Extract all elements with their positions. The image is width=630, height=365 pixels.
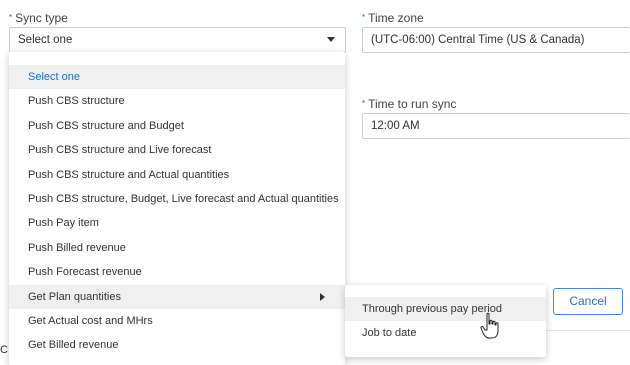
menu-item-push-billed-revenue[interactable]: Push Billed revenue — [9, 236, 345, 260]
menu-item-label: Get Plan quantities — [28, 290, 121, 303]
sync-type-select[interactable]: Select one — [9, 27, 346, 53]
menu-item-push-forecast-revenue[interactable]: Push Forecast revenue — [9, 260, 345, 284]
sync-type-selected-value: Select one — [18, 34, 73, 46]
time-to-run-input[interactable]: 12:00 AM — [362, 113, 630, 139]
menu-item-select-one[interactable]: Select one — [9, 65, 345, 90]
required-marker: * — [362, 13, 366, 22]
menu-item-push-cbs-structure[interactable]: Push CBS structure — [9, 89, 345, 113]
chevron-right-icon — [320, 292, 325, 301]
submenu-item-through-previous-pay-period[interactable]: Through previous pay period — [345, 297, 546, 321]
menu-item-push-cbs-live-forecast[interactable]: Push CBS structure and Live forecast — [9, 138, 345, 162]
time-zone-select[interactable]: (UTC-06:00) Central Time (US & Canada) — [362, 27, 630, 53]
required-marker: * — [362, 99, 366, 108]
submenu-item-job-to-date[interactable]: Job to date — [345, 321, 546, 345]
hand-cursor-icon — [480, 312, 499, 339]
chevron-down-icon — [327, 37, 335, 42]
menu-item-push-cbs-all[interactable]: Push CBS structure, Budget, Live forecas… — [9, 187, 345, 211]
time-to-run-value: 12:00 AM — [371, 120, 420, 132]
cancel-button[interactable]: Cancel — [553, 288, 623, 315]
plan-quantities-submenu: Through previous pay period Job to date — [345, 285, 546, 357]
sync-type-dropdown-menu: Select one Push CBS structure Push CBS s… — [9, 52, 345, 365]
partial-text: C — [0, 344, 8, 356]
time-zone-label-text: Time zone — [368, 11, 424, 25]
time-zone-label: * Time zone — [362, 11, 424, 25]
menu-item-get-actual-cost[interactable]: Get Actual cost and MHrs — [9, 309, 345, 333]
time-to-run-label: * Time to run sync — [362, 97, 456, 111]
sync-type-label: * Sync type — [9, 11, 68, 25]
menu-item-push-cbs-budget[interactable]: Push CBS structure and Budget — [9, 114, 345, 138]
required-marker: * — [9, 13, 13, 22]
time-zone-value: (UTC-06:00) Central Time (US & Canada) — [371, 34, 585, 46]
sync-type-label-text: Sync type — [15, 11, 68, 25]
menu-item-push-pay-item[interactable]: Push Pay item — [9, 211, 345, 235]
menu-item-push-cbs-actual-quantities[interactable]: Push CBS structure and Actual quantities — [9, 163, 345, 187]
time-to-run-label-text: Time to run sync — [368, 97, 457, 111]
menu-item-get-plan-quantities[interactable]: Get Plan quantities — [9, 284, 345, 309]
menu-item-get-billed-revenue[interactable]: Get Billed revenue — [9, 333, 345, 357]
